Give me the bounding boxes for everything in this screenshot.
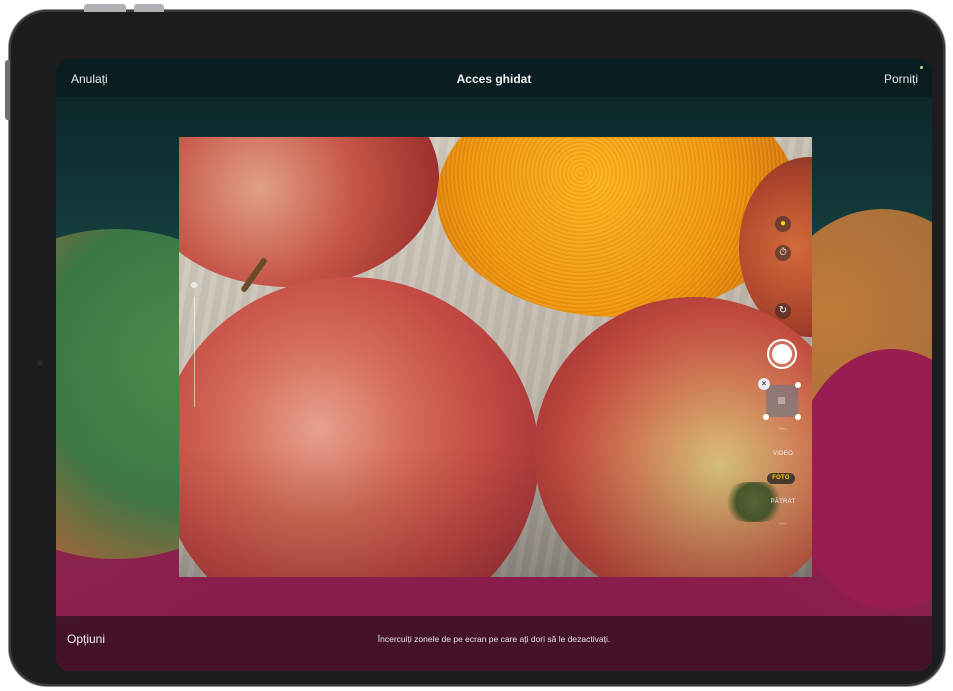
resize-handle[interactable] <box>763 414 769 420</box>
shutter-button[interactable] <box>767 339 797 369</box>
status-indicator <box>920 66 923 69</box>
zoom-indicator[interactable] <box>191 282 197 288</box>
camera-mode-hidden-2: ••• <box>779 522 787 528</box>
flash-icon[interactable]: ● <box>775 216 791 232</box>
ipad-frame: Anulați Acces ghidat Porniți ● ⏱ ↻ × •••… <box>9 10 945 686</box>
camera-viewfinder[interactable]: ● ⏱ ↻ × ••• VIDEO FOTO PĂTRAT ••• <box>179 137 812 577</box>
volume-button <box>84 4 126 12</box>
zoom-slider[interactable] <box>194 297 195 407</box>
screen: Anulați Acces ghidat Porniți ● ⏱ ↻ × •••… <box>56 59 932 671</box>
camera-mode-hidden: ••• <box>779 427 787 433</box>
camera-mode-square[interactable]: PĂTRAT <box>763 499 803 505</box>
shutter-inner <box>772 344 792 364</box>
power-button <box>5 60 10 120</box>
resize-handle[interactable] <box>795 414 801 420</box>
front-camera <box>37 360 43 366</box>
switch-camera-icon[interactable]: ↻ <box>775 303 791 319</box>
start-button[interactable]: Porniți <box>884 72 918 86</box>
guided-access-top-bar: Anulați Acces ghidat Porniți <box>56 59 932 97</box>
photo-shade <box>179 137 812 577</box>
close-icon[interactable]: × <box>758 378 770 390</box>
resize-handle[interactable] <box>795 382 801 388</box>
instruction-text: Încercuiți zonele de pe ecran pe care aț… <box>377 634 611 644</box>
camera-mode-video[interactable]: VIDEO <box>763 451 803 457</box>
camera-mode-photo[interactable]: FOTO <box>767 473 795 484</box>
timer-icon[interactable]: ⏱ <box>775 245 791 261</box>
gallery-thumbnail <box>778 397 785 404</box>
volume-button <box>134 4 164 12</box>
guided-access-bottom-bar: Opțiuni Încercuiți zonele de pe ecran pe… <box>56 616 932 671</box>
page-title: Acces ghidat <box>456 72 532 86</box>
